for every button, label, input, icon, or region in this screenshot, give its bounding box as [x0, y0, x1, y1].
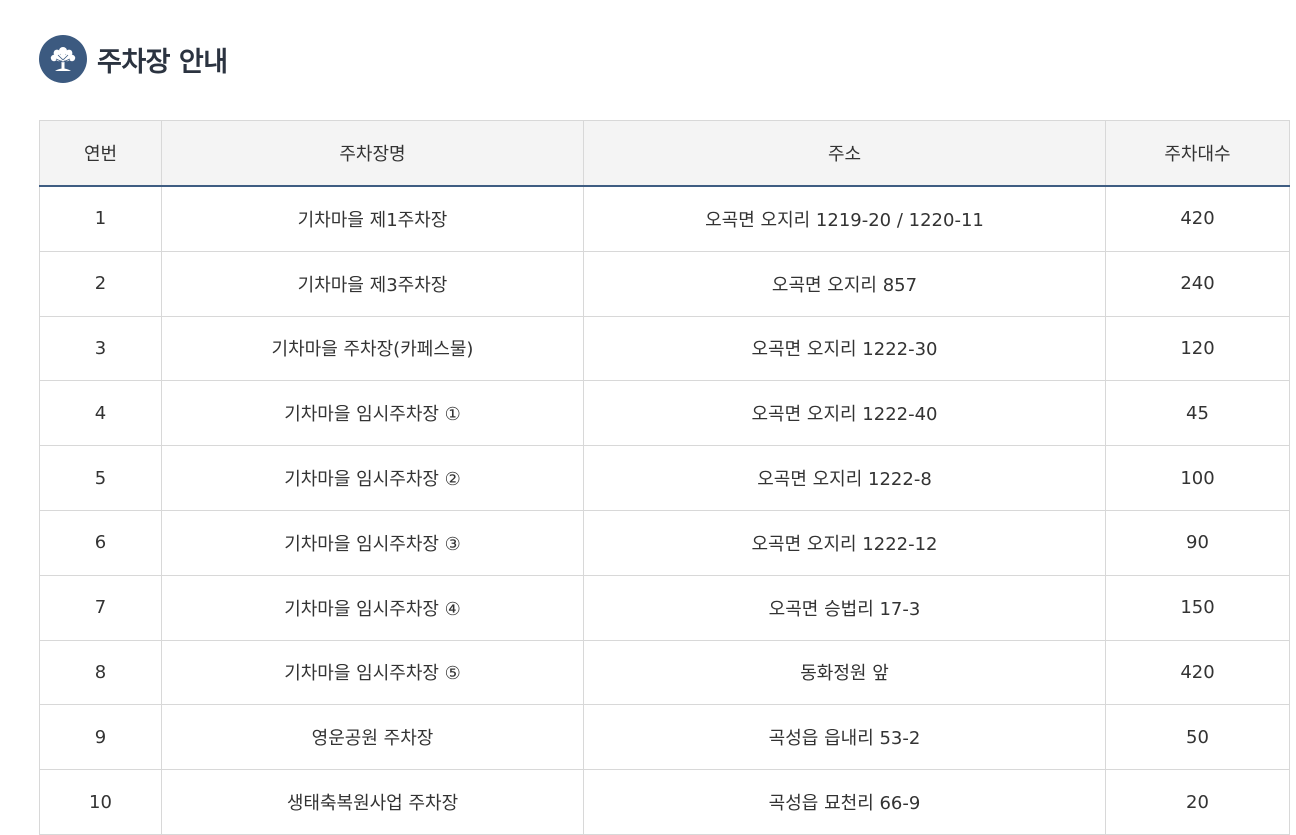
parking-address: 오곡면 승법리 17-3 — [583, 574, 1106, 641]
parking-spaces: 150 — [1105, 574, 1290, 641]
parking-name: 기차마을 임시주차장 ② — [161, 445, 584, 511]
parking-spaces: 240 — [1105, 250, 1290, 317]
parking-address: 오곡면 오지리 1222-30 — [583, 315, 1106, 382]
page-header: 주차장 안내 — [39, 34, 228, 84]
parking-spaces: 120 — [1105, 315, 1290, 382]
parking-spaces: 20 — [1105, 769, 1290, 835]
page-title: 주차장 안내 — [97, 46, 228, 78]
parking-address: 오곡면 오지리 1222-12 — [583, 509, 1106, 576]
column-header-number: 연번 — [39, 120, 162, 187]
parking-name: 기차마을 임시주차장 ③ — [161, 509, 584, 576]
parking-spaces: 100 — [1105, 445, 1290, 511]
column-header-name: 주차장명 — [161, 120, 584, 187]
parking-table: 연번 주차장명 주소 주차대수 1 기차마을 제1주차장 오곡면 오지리 121… — [39, 120, 1290, 835]
tree-icon — [39, 35, 87, 83]
row-number: 7 — [39, 574, 162, 641]
parking-name: 기차마을 임시주차장 ④ — [161, 574, 584, 641]
parking-address: 동화정원 앞 — [583, 639, 1106, 706]
parking-name: 기차마을 임시주차장 ⑤ — [161, 639, 584, 706]
parking-address: 오곡면 오지리 1222-8 — [583, 445, 1106, 511]
parking-address: 오곡면 오지리 857 — [583, 250, 1106, 317]
parking-address: 오곡면 오지리 1222-40 — [583, 380, 1106, 447]
row-number: 3 — [39, 315, 162, 382]
parking-name: 생태축복원사업 주차장 — [161, 769, 584, 835]
table-row: 5 기차마을 임시주차장 ② 오곡면 오지리 1222-8 100 — [39, 445, 1290, 511]
parking-address: 곡성읍 묘천리 66-9 — [583, 769, 1106, 835]
parking-name: 기차마을 제1주차장 — [161, 185, 584, 252]
row-number: 8 — [39, 639, 162, 706]
table-row: 10 생태축복원사업 주차장 곡성읍 묘천리 66-9 20 — [39, 769, 1290, 835]
table-row: 7 기차마을 임시주차장 ④ 오곡면 승법리 17-3 150 — [39, 574, 1290, 641]
parking-name: 기차마을 주차장(카페스물) — [161, 315, 584, 382]
table-row: 1 기차마을 제1주차장 오곡면 오지리 1219-20 / 1220-11 4… — [39, 185, 1290, 252]
parking-spaces: 45 — [1105, 380, 1290, 447]
table-row: 6 기차마을 임시주차장 ③ 오곡면 오지리 1222-12 90 — [39, 509, 1290, 576]
parking-name: 기차마을 제3주차장 — [161, 250, 584, 317]
parking-spaces: 420 — [1105, 639, 1290, 706]
parking-address: 오곡면 오지리 1219-20 / 1220-11 — [583, 185, 1106, 252]
parking-name: 영운공원 주차장 — [161, 704, 584, 771]
parking-name: 기차마을 임시주차장 ① — [161, 380, 584, 447]
parking-spaces: 420 — [1105, 185, 1290, 252]
parking-spaces: 50 — [1105, 704, 1290, 771]
table-row: 8 기차마을 임시주차장 ⑤ 동화정원 앞 420 — [39, 639, 1290, 706]
parking-address: 곡성읍 읍내리 53-2 — [583, 704, 1106, 771]
table-row: 2 기차마을 제3주차장 오곡면 오지리 857 240 — [39, 250, 1290, 317]
table-row: 4 기차마을 임시주차장 ① 오곡면 오지리 1222-40 45 — [39, 380, 1290, 447]
header-row: 연번 주차장명 주소 주차대수 — [39, 120, 1290, 187]
row-number: 4 — [39, 380, 162, 447]
column-header-address: 주소 — [583, 120, 1106, 187]
row-number: 5 — [39, 445, 162, 511]
table-row: 9 영운공원 주차장 곡성읍 읍내리 53-2 50 — [39, 704, 1290, 771]
row-number: 2 — [39, 250, 162, 317]
row-number: 1 — [39, 185, 162, 252]
row-number: 10 — [39, 769, 162, 835]
column-header-spaces: 주차대수 — [1105, 120, 1290, 187]
row-number: 9 — [39, 704, 162, 771]
table-row: 3 기차마을 주차장(카페스물) 오곡면 오지리 1222-30 120 — [39, 315, 1290, 382]
row-number: 6 — [39, 509, 162, 576]
parking-spaces: 90 — [1105, 509, 1290, 576]
